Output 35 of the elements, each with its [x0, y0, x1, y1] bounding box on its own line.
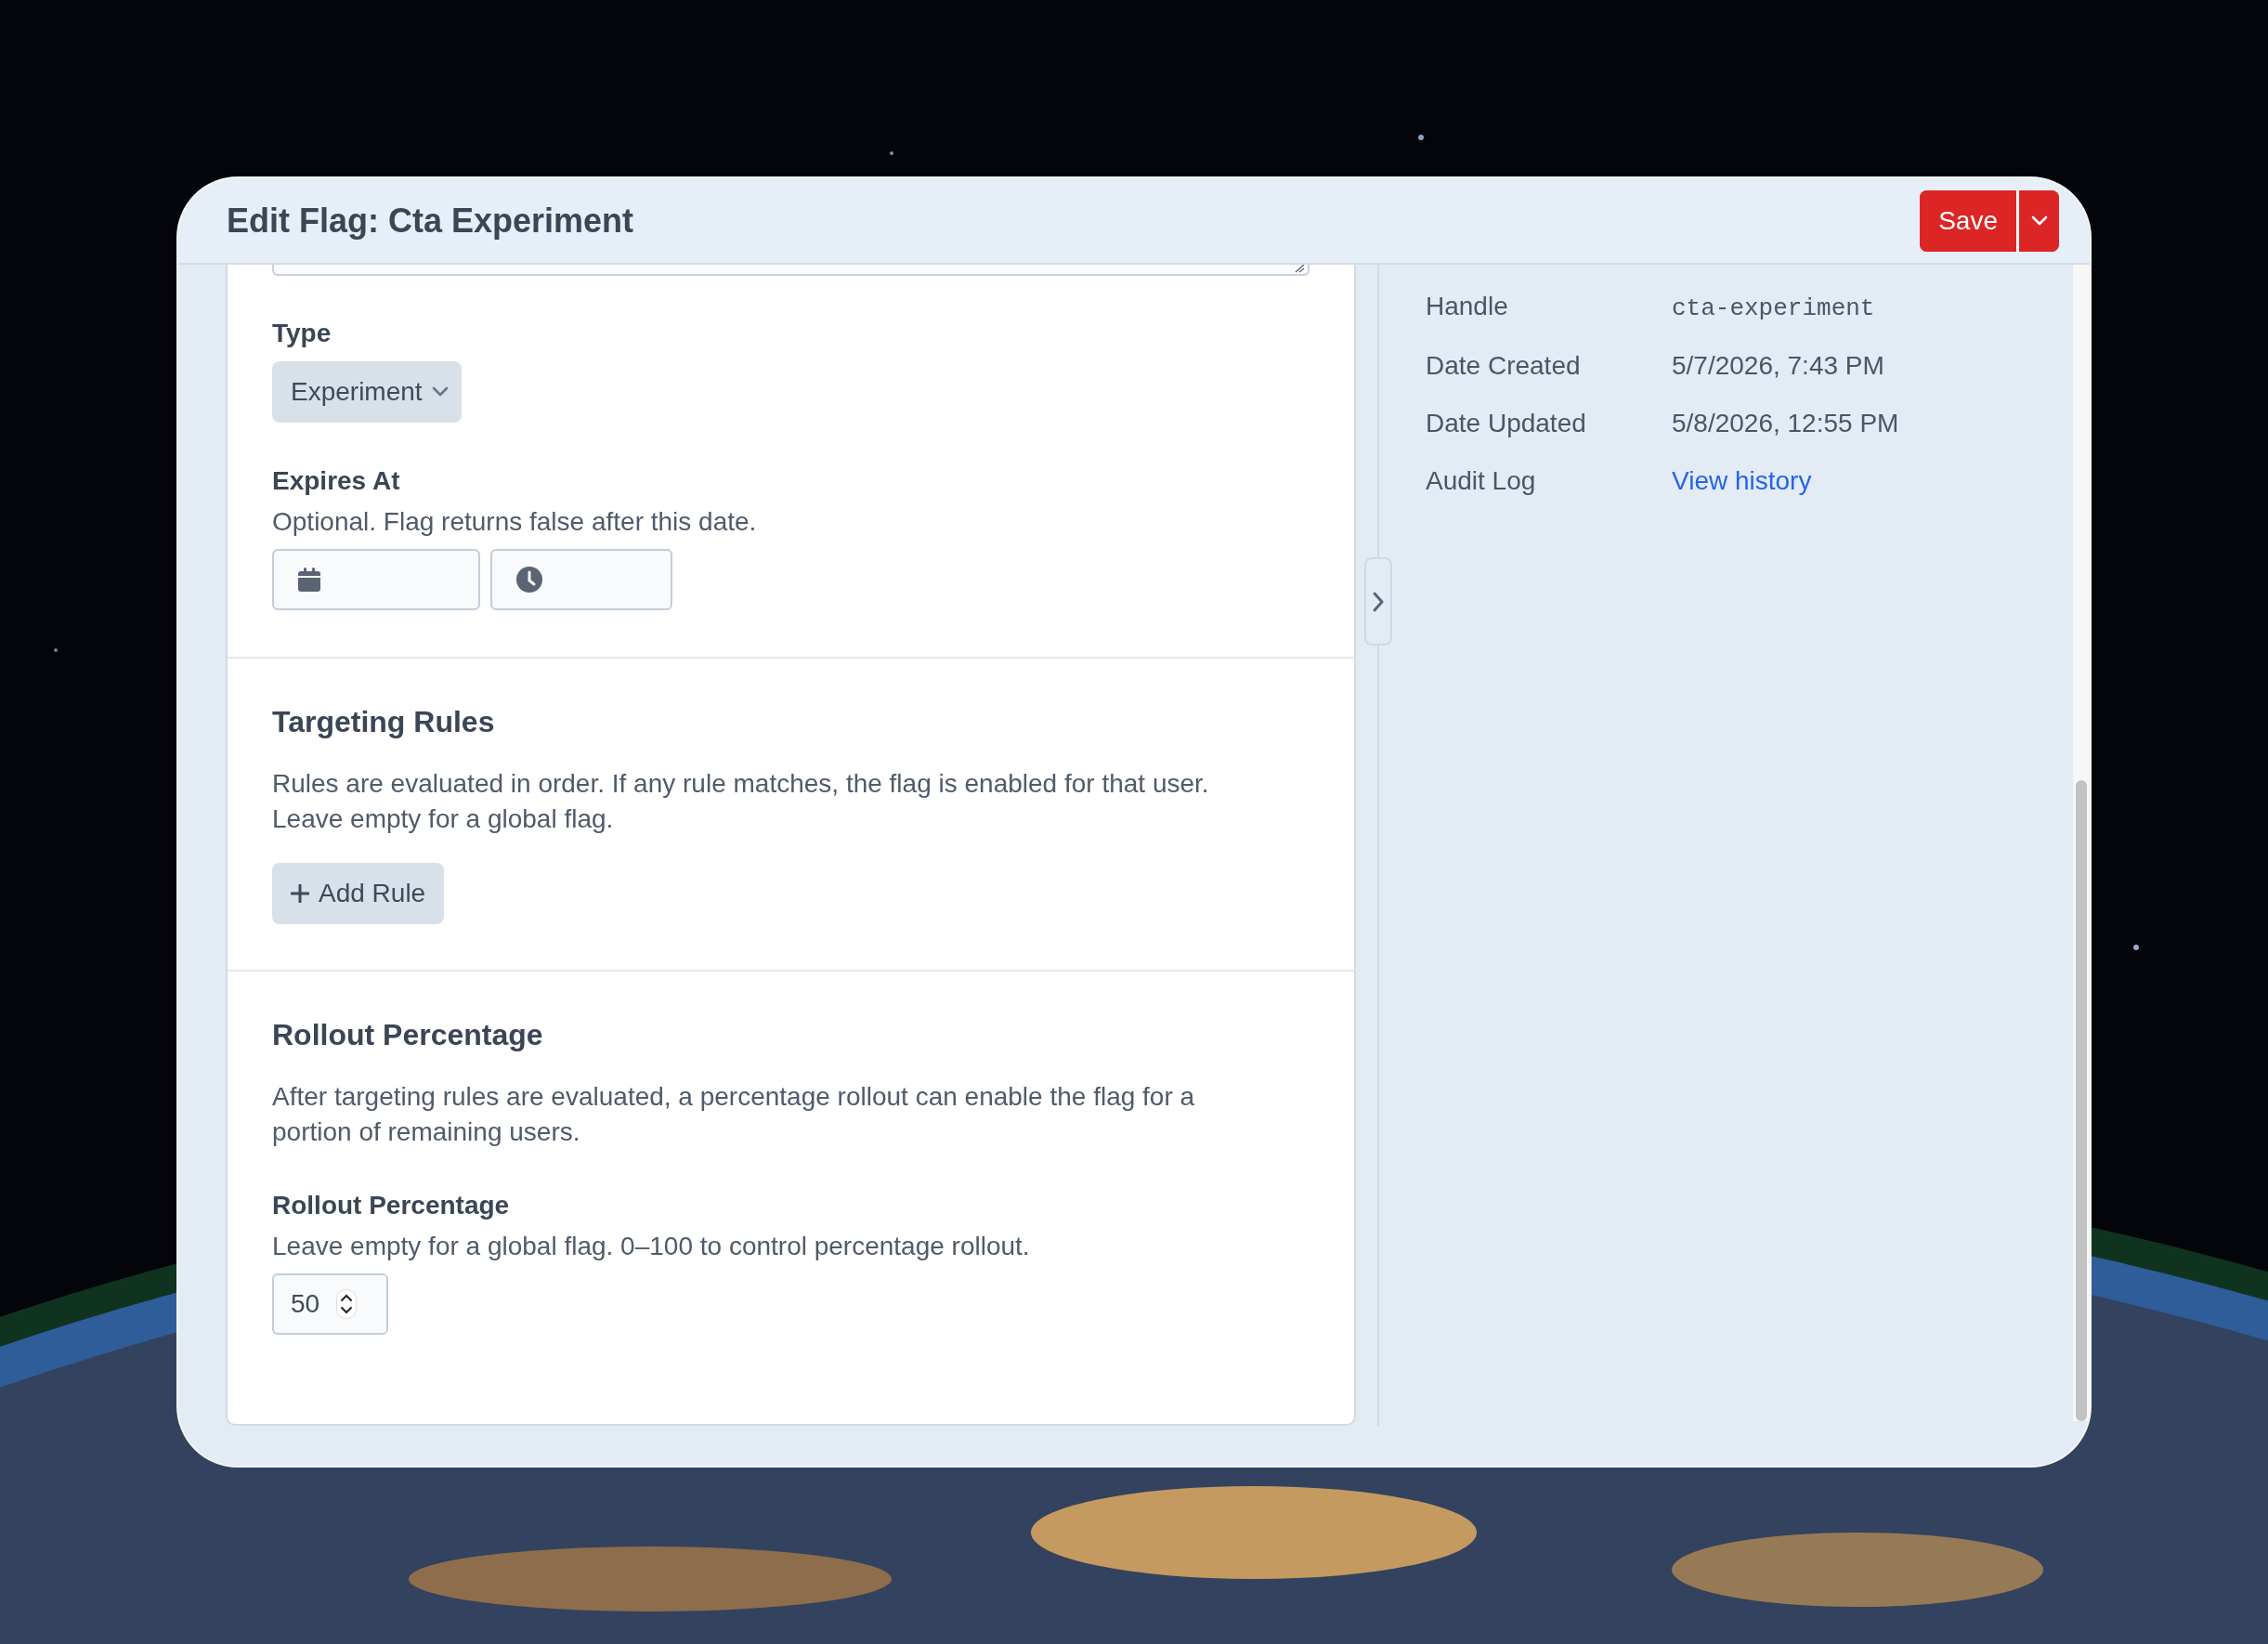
caret-icon: [2030, 215, 2048, 227]
section-description: Rules are evaluated in order. If any rule matches, the flag is enabled for that user. Leave empty for a global flag.: [272, 768, 1210, 835]
type-select[interactable]: Experiment: [272, 361, 462, 423]
detail-label: Date Updated: [1426, 408, 1587, 439]
time-field[interactable]: [490, 549, 672, 610]
field-label: Expires At: [272, 465, 401, 497]
chevron-down-icon: [431, 386, 449, 398]
clock-icon: [516, 567, 542, 593]
panel-toggle-button[interactable]: [1364, 557, 1392, 646]
detail-value: 5/7/2026, 7:43 PM: [1672, 351, 1884, 380]
stepper-icon: [336, 1289, 358, 1319]
plus-icon: [291, 884, 309, 903]
field-label: Rollout Percentage: [272, 1190, 511, 1221]
add-rule-button[interactable]: Add Rule: [272, 863, 445, 924]
detail-label: Date Created: [1426, 350, 1582, 382]
save-options-button[interactable]: [2016, 189, 2059, 252]
date-field[interactable]: [272, 549, 480, 610]
detail-value: cta-experiment: [1672, 294, 1875, 322]
help-text: Optional. Flag returns false after this date.: [272, 506, 758, 538]
section-heading: Rollout Percentage: [272, 1017, 544, 1053]
detail-label: Handle: [1426, 291, 1509, 322]
resize-grip-icon: [1295, 265, 1306, 273]
detail-value: 5/8/2026, 12:55 PM: [1672, 409, 1899, 437]
history-link[interactable]: View history: [1672, 466, 1812, 495]
dialog-title: Edit Flag: Cta Experiment: [227, 201, 635, 241]
help-text: Leave empty for a global flag. 0–100 to control percentage rollout.: [272, 1231, 1031, 1262]
detail-label: Audit Log: [1426, 465, 1537, 497]
number-field[interactable]: 50: [272, 1273, 388, 1335]
field-label: Type: [272, 318, 332, 349]
section-heading: Targeting Rules: [272, 704, 496, 740]
section-description: After targeting rules are evaluated, a percentage rollout can enable the flag for a portion of remaining users.: [272, 1081, 1196, 1148]
calendar-icon: [298, 568, 320, 592]
chevron-right-icon: [1372, 590, 1385, 613]
scrollbar[interactable]: [2073, 265, 2090, 1421]
textarea-field[interactable]: [272, 265, 1310, 276]
